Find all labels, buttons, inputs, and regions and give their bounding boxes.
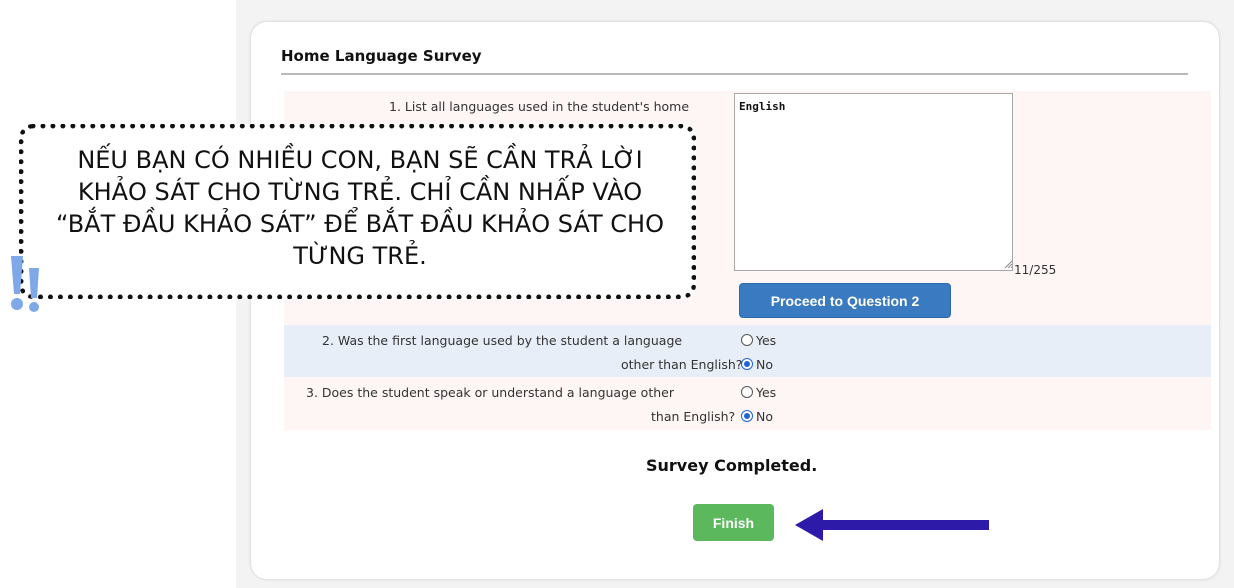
character-count: 11/255	[1014, 263, 1057, 277]
languages-textarea[interactable]: English	[734, 93, 1013, 271]
question-2-yes-label[interactable]: Yes	[756, 333, 776, 348]
question-1-label: 1. List all languages used in the studen…	[389, 99, 690, 114]
question-3-label-line2: than English?	[651, 409, 736, 424]
double-exclamation-icon	[5, 254, 49, 323]
callout-line-4: TỪNG TRẺ.	[293, 242, 427, 270]
question-2-no-label[interactable]: No	[756, 357, 773, 372]
proceed-to-question-2-button[interactable]: Proceed to Question 2	[739, 283, 951, 318]
callout-line-1: NẾU BẠN CÓ NHIỀU CON, BẠN SẼ CẦN TRẢ LỜI	[77, 146, 643, 174]
question-3-yes-radio[interactable]	[741, 386, 753, 398]
survey-completed-message: Survey Completed.	[646, 456, 818, 475]
question-2-no-radio[interactable]	[741, 358, 753, 370]
question-2-yes-radio[interactable]	[741, 334, 753, 346]
question-3-no-radio[interactable]	[741, 410, 753, 422]
question-3-no-label[interactable]: No	[756, 409, 773, 424]
resize-grip-icon[interactable]	[1004, 260, 1013, 269]
left-arrow-icon	[795, 509, 991, 546]
title-divider	[281, 73, 1188, 75]
question-2-label-line1: 2. Was the first language used by the st…	[322, 333, 683, 348]
question-3-label-line1: 3. Does the student speak or understand …	[306, 385, 674, 400]
survey-title: Home Language Survey	[281, 47, 482, 65]
callout-line-2: KHẢO SÁT CHO TỪNG TRẺ. CHỈ CẦN NHẤP VÀO	[77, 178, 643, 206]
question-3-yes-label[interactable]: Yes	[756, 385, 776, 400]
callout-text: NẾU BẠN CÓ NHIỀU CON, BẠN SẼ CẦN TRẢ LỜI…	[30, 144, 690, 272]
callout-line-3: “BẮT ĐẦU KHẢO SÁT” ĐỂ BẮT ĐẦU KHẢO SÁT C…	[56, 210, 664, 238]
question-2-label-line2: other than English?	[621, 357, 743, 372]
finish-button[interactable]: Finish	[693, 504, 774, 541]
